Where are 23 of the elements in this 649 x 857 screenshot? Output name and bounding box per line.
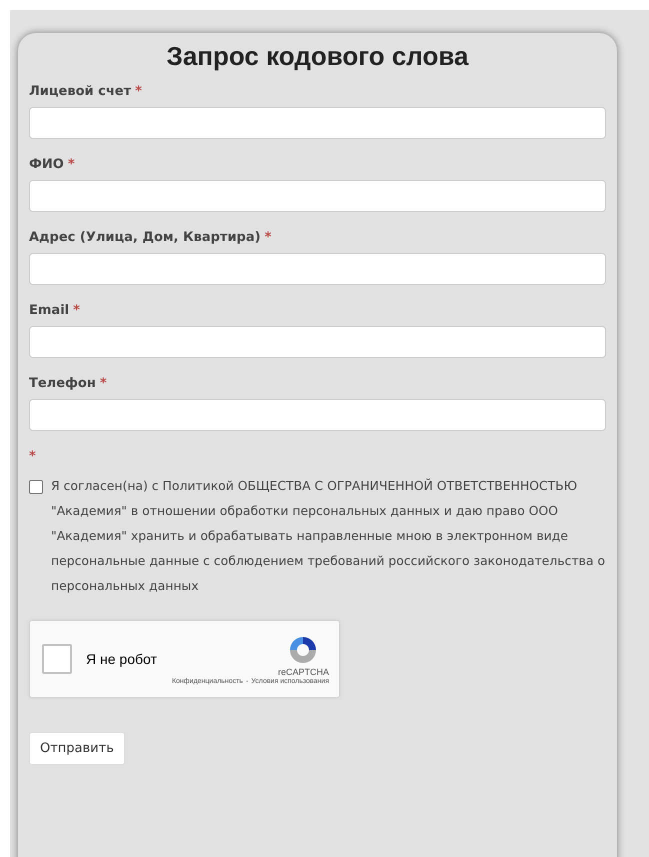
- required-mark: *: [29, 449, 37, 464]
- required-mark: *: [264, 230, 272, 245]
- field-label: ФИО: [29, 157, 64, 172]
- consent-checkbox[interactable]: [29, 480, 43, 494]
- captcha-brand: reCAPTCHA: [278, 666, 329, 676]
- input-field[interactable]: [29, 399, 606, 431]
- required-mark: *: [100, 376, 107, 391]
- input-field[interactable]: [29, 107, 606, 139]
- consent-text: Я согласен(на) с Политикой ОБЩЕСТВА С ОГРАНИЧЕННОЙ ОТВЕТСТВЕННОСТЬЮ "Академия" в отношении обработки персональных данных и даю право ООО "Академия" хранить и обрабатывать направленные мною в электронном виде персональные данные с соблюдением требований российского законодательства о персональных данных: [51, 477, 606, 595]
- form-title: Запрос кодового слова: [166, 41, 470, 72]
- submit-button[interactable]: Отправить: [29, 732, 125, 765]
- input-field[interactable]: [29, 253, 606, 285]
- field-label: Лицевой счет: [29, 84, 132, 99]
- captcha-label: Я не робот: [86, 651, 158, 667]
- required-mark: *: [68, 157, 75, 172]
- required-mark: *: [73, 303, 80, 318]
- field-label: Email: [29, 303, 70, 318]
- field-label: Телефон: [29, 376, 96, 391]
- captcha-checkbox[interactable]: [42, 644, 72, 674]
- required-mark: *: [135, 84, 142, 99]
- field-label: Адрес (Улица, Дом, Квартира): [29, 230, 261, 245]
- input-field[interactable]: [29, 180, 606, 212]
- input-field[interactable]: [29, 326, 606, 358]
